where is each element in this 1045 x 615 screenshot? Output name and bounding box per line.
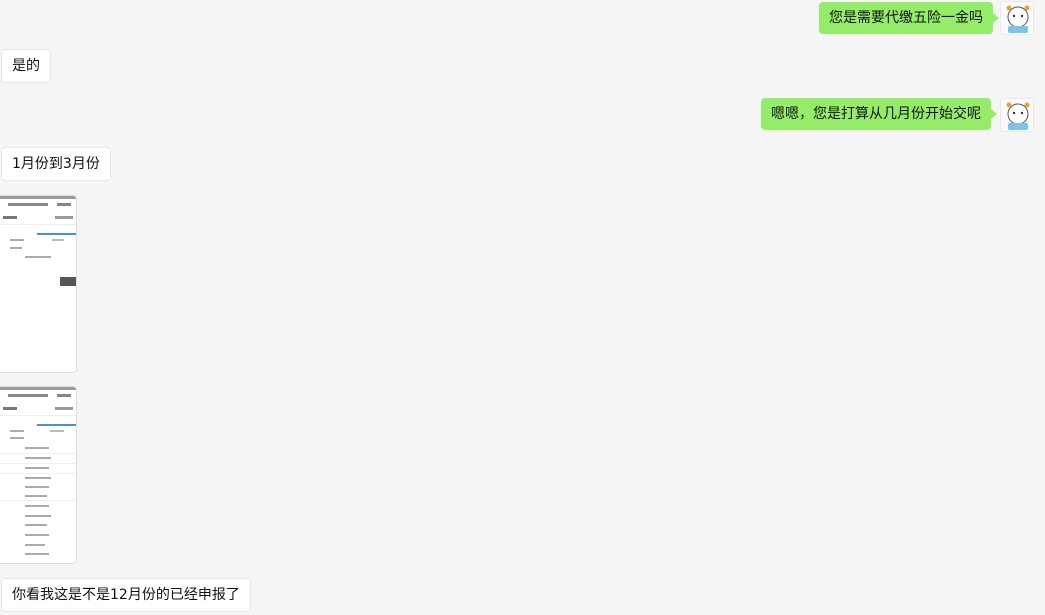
edit-icon[interactable] bbox=[60, 277, 76, 286]
image-message[interactable] bbox=[0, 195, 77, 373]
avatar[interactable] bbox=[1000, 98, 1034, 132]
message-bubble-self[interactable]: 嗯嗯，您是打算从几月份开始交呢 bbox=[761, 98, 997, 130]
cartoon-avatar-icon bbox=[1006, 5, 1030, 33]
message-bubble-other[interactable]: 是的 bbox=[1, 49, 51, 83]
message-bubble-other[interactable]: 1月份到3月份 bbox=[1, 147, 111, 181]
avatar[interactable] bbox=[1000, 1, 1034, 35]
message-bubble-other[interactable]: 你看我这是不是12月份的已经申报了 bbox=[1, 578, 251, 612]
image-message[interactable] bbox=[0, 386, 77, 564]
cartoon-avatar-icon bbox=[1006, 102, 1030, 130]
message-bubble-self[interactable]: 您是需要代缴五险一金吗 bbox=[819, 2, 999, 34]
